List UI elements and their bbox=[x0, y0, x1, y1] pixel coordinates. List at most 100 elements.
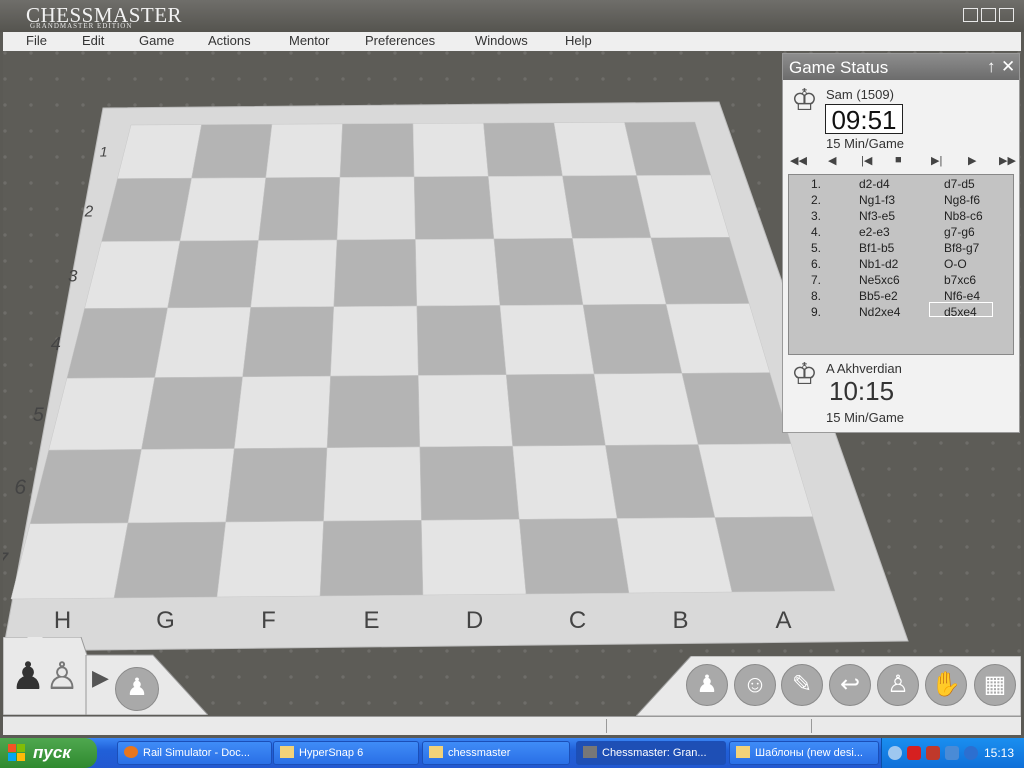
board-square[interactable] bbox=[572, 237, 667, 306]
replay-moves-icon[interactable]: ♙ bbox=[877, 664, 919, 706]
board-square[interactable] bbox=[101, 177, 192, 242]
board-square[interactable] bbox=[593, 373, 699, 446]
taskbar-chessmaster-folder[interactable]: chessmaster bbox=[422, 741, 570, 765]
board-square[interactable] bbox=[483, 122, 563, 177]
board-square[interactable] bbox=[113, 521, 227, 599]
move-white[interactable]: e2-e3 bbox=[859, 225, 890, 239]
board-square[interactable] bbox=[179, 177, 267, 242]
board-square[interactable] bbox=[258, 177, 341, 241]
hand-icon[interactable]: ✋ bbox=[925, 664, 967, 706]
board-square[interactable] bbox=[29, 449, 142, 525]
board-square[interactable] bbox=[412, 122, 489, 178]
prev-move-icon[interactable]: ◀ bbox=[828, 154, 836, 167]
menu-preferences[interactable]: Preferences bbox=[365, 33, 435, 48]
board-square[interactable] bbox=[418, 374, 513, 448]
board-square[interactable] bbox=[141, 376, 243, 450]
menu-help[interactable]: Help bbox=[565, 33, 592, 48]
step-forward-icon[interactable]: ▶| bbox=[931, 154, 942, 167]
start-button[interactable]: пуск bbox=[0, 738, 97, 768]
board-square[interactable] bbox=[10, 522, 129, 600]
board-square[interactable] bbox=[127, 448, 235, 524]
board-square[interactable] bbox=[518, 518, 630, 595]
move-black[interactable]: d7-d5 bbox=[944, 177, 975, 191]
board-square[interactable] bbox=[339, 123, 415, 178]
black-pawn-icon[interactable]: ♟ bbox=[11, 655, 45, 699]
board-square[interactable] bbox=[336, 176, 416, 241]
board-square[interactable] bbox=[582, 303, 683, 375]
board-square[interactable] bbox=[319, 519, 424, 597]
board-square[interactable] bbox=[493, 238, 584, 306]
menu-file[interactable]: File bbox=[26, 33, 47, 48]
board-square[interactable] bbox=[499, 304, 595, 375]
board-square[interactable] bbox=[553, 122, 637, 177]
move-white[interactable]: Nb1-d2 bbox=[859, 257, 898, 271]
board-square[interactable] bbox=[562, 175, 652, 239]
move-list[interactable]: 1. d2-d4 d7-d5 2. Ng1-f3 Ng8-f6 3. Nf3-e5 Nb8-c6… bbox=[788, 174, 1014, 355]
board-square[interactable] bbox=[48, 377, 156, 451]
move-white[interactable]: Ng1-f3 bbox=[859, 193, 895, 207]
back-arrow-icon[interactable] bbox=[888, 746, 902, 760]
board-square[interactable] bbox=[66, 307, 168, 379]
move-white[interactable]: Ne5xc6 bbox=[859, 273, 900, 287]
board-square[interactable] bbox=[154, 307, 251, 378]
close-icon[interactable] bbox=[999, 8, 1014, 22]
shield-icon[interactable] bbox=[926, 746, 940, 760]
hint-pawn-icon[interactable]: ♟ bbox=[686, 664, 728, 706]
taskbar-chessmaster-app[interactable]: Chessmaster: Gran... bbox=[576, 741, 726, 765]
takeback-icon[interactable]: ↩ bbox=[829, 664, 871, 706]
move-black[interactable]: O-O bbox=[944, 257, 967, 271]
next-move-icon[interactable]: ▶ bbox=[968, 154, 976, 167]
board-square[interactable] bbox=[505, 373, 606, 447]
taskbar-hypersnap[interactable]: HyperSnap 6 bbox=[273, 741, 419, 765]
expand-arrow-icon[interactable]: ▶ bbox=[92, 665, 109, 691]
board-square[interactable] bbox=[84, 240, 181, 309]
menu-mentor[interactable]: Mentor bbox=[289, 33, 329, 48]
board-square[interactable] bbox=[265, 123, 343, 178]
move-black[interactable]: b7xc6 bbox=[944, 273, 976, 287]
move-black[interactable]: Ng8-f6 bbox=[944, 193, 980, 207]
board-square[interactable] bbox=[330, 305, 419, 377]
menu-game[interactable]: Game bbox=[139, 33, 174, 48]
board-square[interactable] bbox=[216, 520, 324, 598]
stop-icon[interactable]: ■ bbox=[895, 154, 902, 166]
menu-windows[interactable]: Windows bbox=[475, 33, 528, 48]
board-square[interactable] bbox=[605, 444, 716, 519]
first-move-icon[interactable]: ◀◀ bbox=[790, 154, 807, 167]
last-move-icon[interactable]: ▶▶ bbox=[999, 154, 1016, 167]
white-pawn-icon[interactable]: ♙ bbox=[45, 655, 79, 699]
pin-icon[interactable]: ↑ bbox=[987, 57, 996, 77]
move-white[interactable]: Nf3-e5 bbox=[859, 209, 895, 223]
volume-icon[interactable] bbox=[964, 746, 978, 760]
network-icon[interactable] bbox=[945, 746, 959, 760]
board-square[interactable] bbox=[233, 375, 331, 449]
board-square[interactable] bbox=[419, 445, 520, 521]
board-square[interactable] bbox=[488, 175, 573, 240]
board-square[interactable] bbox=[326, 375, 421, 449]
antivirus-icon[interactable] bbox=[907, 746, 921, 760]
board-square[interactable] bbox=[512, 445, 618, 520]
menu-actions[interactable]: Actions bbox=[208, 33, 251, 48]
board-square[interactable] bbox=[117, 124, 202, 179]
board-square[interactable] bbox=[415, 238, 501, 307]
board-square[interactable] bbox=[242, 306, 335, 378]
board-square[interactable] bbox=[333, 239, 418, 307]
board-squares[interactable] bbox=[10, 121, 836, 600]
move-white[interactable]: d2-d4 bbox=[859, 177, 890, 191]
piece-select-icon[interactable]: ♟ bbox=[115, 667, 159, 711]
board-view-icon[interactable]: ▦ bbox=[974, 664, 1016, 706]
menu-edit[interactable]: Edit bbox=[82, 33, 104, 48]
taskbar-rail-simulator[interactable]: Rail Simulator - Doc... bbox=[117, 741, 272, 765]
move-black[interactable]: Bf8-g7 bbox=[944, 241, 979, 255]
board-square[interactable] bbox=[250, 239, 338, 308]
board-square[interactable] bbox=[421, 519, 527, 596]
board-square[interactable] bbox=[167, 240, 259, 309]
board-square[interactable] bbox=[323, 446, 422, 522]
board-square[interactable] bbox=[616, 517, 733, 594]
move-white[interactable]: Bf1-b5 bbox=[859, 241, 894, 255]
step-back-icon[interactable]: |◀ bbox=[861, 154, 872, 167]
move-black[interactable]: g7-g6 bbox=[944, 225, 975, 239]
analysis-icon[interactable]: ✎ bbox=[781, 664, 823, 706]
taskbar-templates-folder[interactable]: Шаблоны (new desi... bbox=[729, 741, 879, 765]
board-square[interactable] bbox=[413, 176, 495, 240]
board-square[interactable] bbox=[416, 305, 507, 376]
